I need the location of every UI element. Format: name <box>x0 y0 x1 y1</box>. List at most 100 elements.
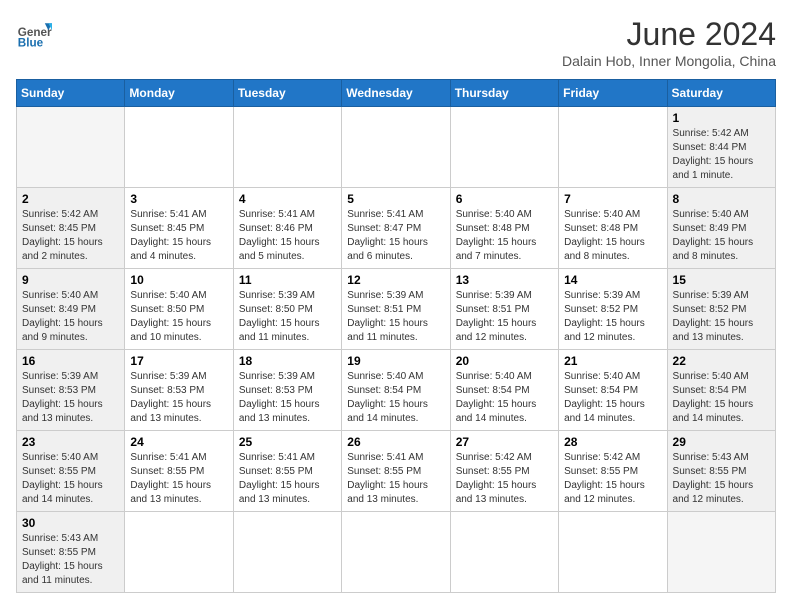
week-row-5: 23 Sunrise: 5:40 AM Sunset: 8:55 PM Dayli… <box>17 431 776 512</box>
day-number: 23 <box>22 435 119 449</box>
calendar-cell <box>559 107 667 188</box>
day-info: Sunrise: 5:41 AM Sunset: 8:45 PM Dayligh… <box>130 208 227 264</box>
day-number: 27 <box>456 435 553 449</box>
day-info: Sunrise: 5:40 AM Sunset: 8:54 PM Dayligh… <box>347 370 444 426</box>
calendar-cell: 1 Sunrise: 5:42 AM Sunset: 8:44 PM Daylig… <box>667 107 775 188</box>
day-number: 9 <box>22 273 119 287</box>
day-info: Sunrise: 5:43 AM Sunset: 8:55 PM Dayligh… <box>22 532 119 588</box>
day-info: Sunrise: 5:40 AM Sunset: 8:54 PM Dayligh… <box>456 370 553 426</box>
day-number: 18 <box>239 354 336 368</box>
weekday-header-friday: Friday <box>559 80 667 107</box>
logo-icon: General Blue <box>16 16 52 52</box>
day-number: 2 <box>22 192 119 206</box>
svg-text:Blue: Blue <box>18 37 44 50</box>
day-info: Sunrise: 5:40 AM Sunset: 8:49 PM Dayligh… <box>673 208 770 264</box>
day-info: Sunrise: 5:43 AM Sunset: 8:55 PM Dayligh… <box>673 451 770 507</box>
day-number: 14 <box>564 273 661 287</box>
day-info: Sunrise: 5:40 AM Sunset: 8:54 PM Dayligh… <box>564 370 661 426</box>
day-number: 22 <box>673 354 770 368</box>
day-number: 1 <box>673 111 770 125</box>
day-number: 6 <box>456 192 553 206</box>
day-number: 12 <box>347 273 444 287</box>
calendar-cell: 23 Sunrise: 5:40 AM Sunset: 8:55 PM Dayli… <box>17 431 125 512</box>
week-row-1: 1 Sunrise: 5:42 AM Sunset: 8:44 PM Daylig… <box>17 107 776 188</box>
calendar-cell <box>233 107 341 188</box>
calendar-cell: 16 Sunrise: 5:39 AM Sunset: 8:53 PM Dayli… <box>17 350 125 431</box>
weekday-header-sunday: Sunday <box>17 80 125 107</box>
day-info: Sunrise: 5:40 AM Sunset: 8:48 PM Dayligh… <box>564 208 661 264</box>
calendar-cell: 25 Sunrise: 5:41 AM Sunset: 8:55 PM Dayli… <box>233 431 341 512</box>
day-number: 25 <box>239 435 336 449</box>
day-number: 16 <box>22 354 119 368</box>
day-number: 7 <box>564 192 661 206</box>
calendar-cell: 5 Sunrise: 5:41 AM Sunset: 8:47 PM Daylig… <box>342 188 450 269</box>
calendar-cell <box>342 107 450 188</box>
calendar-cell: 20Sunrise: 5:40 AM Sunset: 8:54 PM Dayli… <box>450 350 558 431</box>
page-header: General Blue June 2024 Dalain Hob, Inner… <box>16 16 776 69</box>
day-info: Sunrise: 5:40 AM Sunset: 8:54 PM Dayligh… <box>673 370 770 426</box>
day-number: 13 <box>456 273 553 287</box>
day-number: 19 <box>347 354 444 368</box>
day-info: Sunrise: 5:39 AM Sunset: 8:53 PM Dayligh… <box>22 370 119 426</box>
day-info: Sunrise: 5:39 AM Sunset: 8:50 PM Dayligh… <box>239 289 336 345</box>
day-info: Sunrise: 5:39 AM Sunset: 8:52 PM Dayligh… <box>564 289 661 345</box>
day-info: Sunrise: 5:41 AM Sunset: 8:46 PM Dayligh… <box>239 208 336 264</box>
day-number: 15 <box>673 273 770 287</box>
calendar-cell <box>17 107 125 188</box>
day-number: 8 <box>673 192 770 206</box>
calendar-cell <box>450 512 558 593</box>
calendar-title: June 2024 <box>562 16 776 53</box>
week-row-2: 2Sunrise: 5:42 AM Sunset: 8:45 PM Daylig… <box>17 188 776 269</box>
day-number: 26 <box>347 435 444 449</box>
calendar-cell: 7 Sunrise: 5:40 AM Sunset: 8:48 PM Daylig… <box>559 188 667 269</box>
calendar-cell <box>667 512 775 593</box>
calendar-cell: 27 Sunrise: 5:42 AM Sunset: 8:55 PM Dayli… <box>450 431 558 512</box>
calendar-cell: 21Sunrise: 5:40 AM Sunset: 8:54 PM Dayli… <box>559 350 667 431</box>
calendar-cell: 30Sunrise: 5:43 AM Sunset: 8:55 PM Dayli… <box>17 512 125 593</box>
day-info: Sunrise: 5:39 AM Sunset: 8:52 PM Dayligh… <box>673 289 770 345</box>
day-number: 29 <box>673 435 770 449</box>
calendar-cell: 9 Sunrise: 5:40 AM Sunset: 8:49 PM Daylig… <box>17 269 125 350</box>
day-info: Sunrise: 5:42 AM Sunset: 8:55 PM Dayligh… <box>564 451 661 507</box>
calendar-cell <box>559 512 667 593</box>
calendar-cell: 13 Sunrise: 5:39 AM Sunset: 8:51 PM Dayli… <box>450 269 558 350</box>
weekday-header-thursday: Thursday <box>450 80 558 107</box>
day-info: Sunrise: 5:40 AM Sunset: 8:48 PM Dayligh… <box>456 208 553 264</box>
calendar-cell: 19 Sunrise: 5:40 AM Sunset: 8:54 PM Dayli… <box>342 350 450 431</box>
calendar-cell: 4Sunrise: 5:41 AM Sunset: 8:46 PM Daylig… <box>233 188 341 269</box>
day-info: Sunrise: 5:41 AM Sunset: 8:55 PM Dayligh… <box>130 451 227 507</box>
calendar-cell <box>450 107 558 188</box>
day-info: Sunrise: 5:41 AM Sunset: 8:55 PM Dayligh… <box>347 451 444 507</box>
weekday-header-tuesday: Tuesday <box>233 80 341 107</box>
day-number: 3 <box>130 192 227 206</box>
calendar-cell <box>125 107 233 188</box>
logo: General Blue <box>16 16 52 52</box>
day-info: Sunrise: 5:39 AM Sunset: 8:51 PM Dayligh… <box>456 289 553 345</box>
calendar-cell: 28Sunrise: 5:42 AM Sunset: 8:55 PM Dayli… <box>559 431 667 512</box>
calendar-cell: 14 Sunrise: 5:39 AM Sunset: 8:52 PM Dayli… <box>559 269 667 350</box>
calendar-cell: 3 Sunrise: 5:41 AM Sunset: 8:45 PM Daylig… <box>125 188 233 269</box>
day-info: Sunrise: 5:42 AM Sunset: 8:44 PM Dayligh… <box>673 127 770 183</box>
calendar-cell: 24Sunrise: 5:41 AM Sunset: 8:55 PM Dayli… <box>125 431 233 512</box>
week-row-4: 16 Sunrise: 5:39 AM Sunset: 8:53 PM Dayli… <box>17 350 776 431</box>
day-info: Sunrise: 5:39 AM Sunset: 8:53 PM Dayligh… <box>239 370 336 426</box>
calendar-cell <box>342 512 450 593</box>
day-number: 11 <box>239 273 336 287</box>
day-number: 10 <box>130 273 227 287</box>
calendar-cell: 8 Sunrise: 5:40 AM Sunset: 8:49 PM Daylig… <box>667 188 775 269</box>
day-info: Sunrise: 5:40 AM Sunset: 8:49 PM Dayligh… <box>22 289 119 345</box>
day-number: 5 <box>347 192 444 206</box>
day-info: Sunrise: 5:40 AM Sunset: 8:55 PM Dayligh… <box>22 451 119 507</box>
day-info: Sunrise: 5:42 AM Sunset: 8:55 PM Dayligh… <box>456 451 553 507</box>
calendar-cell: 2Sunrise: 5:42 AM Sunset: 8:45 PM Daylig… <box>17 188 125 269</box>
day-number: 17 <box>130 354 227 368</box>
calendar-cell: 26 Sunrise: 5:41 AM Sunset: 8:55 PM Dayli… <box>342 431 450 512</box>
week-row-6: 30Sunrise: 5:43 AM Sunset: 8:55 PM Dayli… <box>17 512 776 593</box>
calendar-cell: 22 Sunrise: 5:40 AM Sunset: 8:54 PM Dayli… <box>667 350 775 431</box>
calendar-cell: 29 Sunrise: 5:43 AM Sunset: 8:55 PM Dayli… <box>667 431 775 512</box>
day-info: Sunrise: 5:39 AM Sunset: 8:51 PM Dayligh… <box>347 289 444 345</box>
day-info: Sunrise: 5:41 AM Sunset: 8:55 PM Dayligh… <box>239 451 336 507</box>
week-row-3: 9 Sunrise: 5:40 AM Sunset: 8:49 PM Daylig… <box>17 269 776 350</box>
calendar-cell: 10Sunrise: 5:40 AM Sunset: 8:50 PM Dayli… <box>125 269 233 350</box>
day-info: Sunrise: 5:41 AM Sunset: 8:47 PM Dayligh… <box>347 208 444 264</box>
